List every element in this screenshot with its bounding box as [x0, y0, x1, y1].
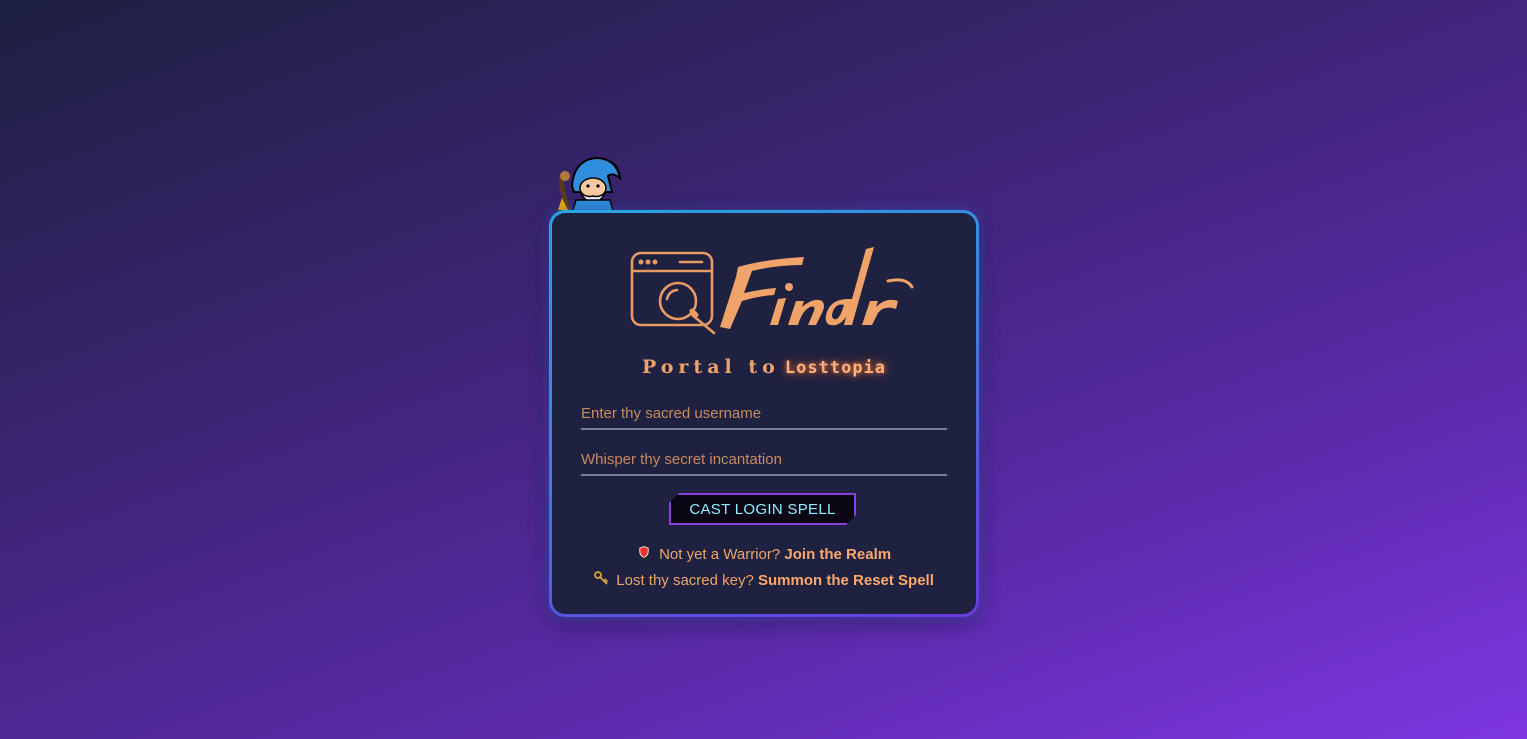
cast-login-button[interactable]: CAST LOGIN SPELL: [669, 493, 856, 525]
login-card-body: Portal to Losttopia CAST LOGIN SPELL Not…: [552, 213, 976, 614]
reset-spell-link[interactable]: Summon the Reset Spell: [758, 572, 934, 589]
auth-links: Not yet a Warrior? Join the Realm Lost t…: [552, 542, 976, 594]
password-input[interactable]: [581, 444, 947, 476]
reset-line: Lost thy sacred key? Summon the Reset Sp…: [552, 568, 976, 594]
signup-line: Not yet a Warrior? Join the Realm: [552, 542, 976, 568]
findr-wordmark: [720, 247, 914, 329]
reset-prompt: Lost thy sacred key?: [616, 572, 754, 589]
signup-prompt: Not yet a Warrior?: [659, 546, 781, 563]
portal-subtitle: Portal to Losttopia: [552, 356, 976, 378]
findr-logo: [630, 247, 914, 335]
username-input[interactable]: [581, 398, 947, 430]
realm-name: Losttopia: [784, 358, 887, 378]
subtitle-prefix: Portal to: [641, 356, 780, 378]
browser-search-icon: [630, 251, 716, 335]
key-icon: [594, 571, 608, 585]
shield-icon: [638, 545, 650, 559]
join-realm-link[interactable]: Join the Realm: [784, 546, 891, 563]
login-card: Portal to Losttopia CAST LOGIN SPELL Not…: [549, 210, 979, 617]
wizard-icon: [558, 156, 622, 214]
